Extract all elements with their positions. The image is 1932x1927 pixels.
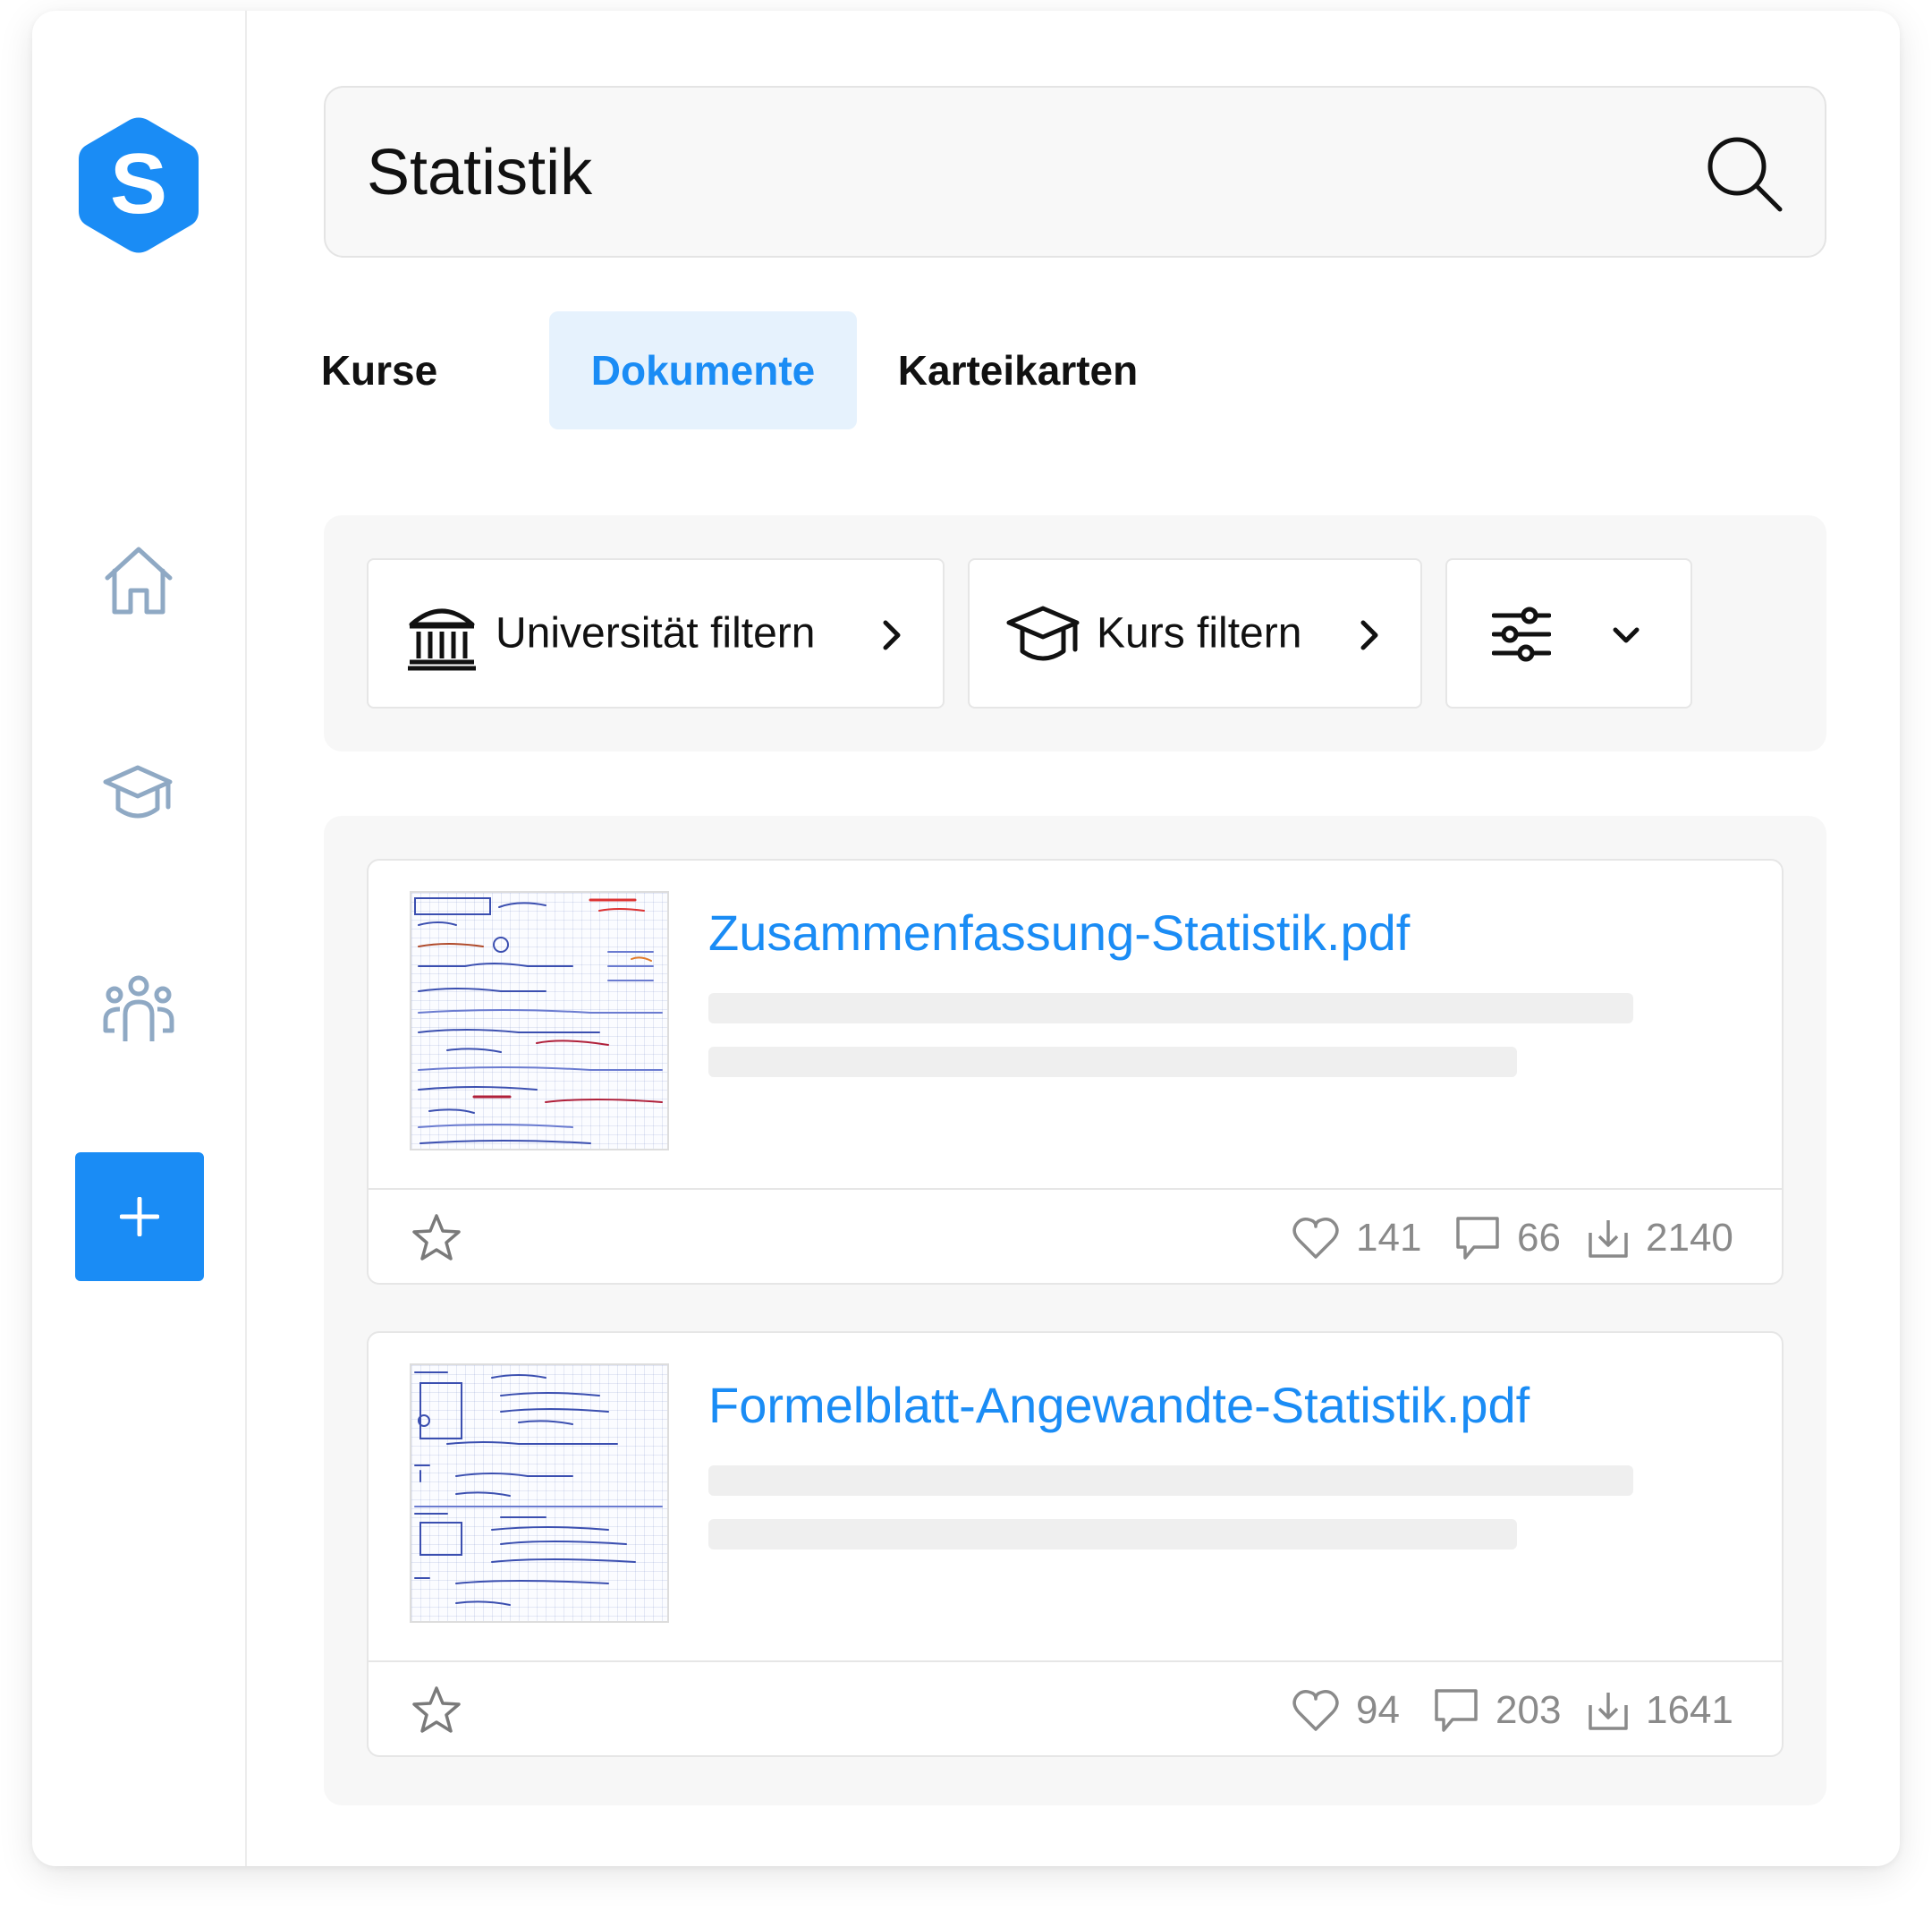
logo-hexagon-icon: S — [79, 117, 199, 253]
sliders-icon — [1492, 607, 1551, 662]
comments-stat[interactable]: 203 — [1433, 1682, 1561, 1739]
graduation-cap-icon — [103, 765, 173, 819]
comments-count: 66 — [1517, 1216, 1561, 1260]
search-button[interactable] — [1705, 134, 1784, 213]
download-icon — [1589, 1693, 1628, 1730]
plus-icon — [120, 1197, 159, 1236]
search-icon — [1707, 137, 1783, 212]
add-button[interactable] — [75, 1152, 204, 1281]
graduation-cap-icon — [1006, 606, 1080, 661]
heart-icon — [1292, 1218, 1339, 1259]
logo-letter: S — [110, 136, 167, 232]
app-window: S Statistik Kurse Dokumente Karteikarten… — [32, 11, 1900, 1866]
comment-icon — [1456, 1217, 1499, 1260]
comments-count: 203 — [1496, 1688, 1562, 1732]
results-list: Zusammenfassung-Statistik.pdf 141 66 214… — [324, 816, 1826, 1805]
downloads-stat[interactable]: 1641 — [1587, 1682, 1733, 1739]
heart-icon — [1292, 1690, 1339, 1731]
likes-stat[interactable]: 141 — [1292, 1210, 1421, 1267]
comment-icon — [1435, 1689, 1478, 1732]
document-footer: 141 66 2140 — [369, 1188, 1782, 1285]
comments-stat[interactable]: 66 — [1454, 1210, 1561, 1267]
downloads-count: 2140 — [1646, 1216, 1733, 1260]
description-placeholder — [708, 1465, 1633, 1496]
filter-panel: Universität filtern Kurs filtern — [324, 515, 1826, 751]
favorite-button[interactable] — [410, 1211, 463, 1265]
description-placeholder — [708, 993, 1633, 1023]
course-filter-button[interactable]: Kurs filtern — [968, 558, 1422, 709]
document-title[interactable]: Formelblatt-Angewandte-Statistik.pdf — [708, 1376, 1530, 1434]
tab-kurse[interactable]: Kurse — [321, 311, 437, 429]
star-icon — [412, 1214, 461, 1261]
document-thumbnail[interactable] — [410, 891, 669, 1150]
tab-karteikarten[interactable]: Karteikarten — [898, 311, 1138, 429]
document-title[interactable]: Zusammenfassung-Statistik.pdf — [708, 904, 1410, 962]
download-icon — [1589, 1220, 1628, 1258]
tab-dokumente[interactable]: Dokumente — [549, 311, 857, 429]
star-icon — [412, 1686, 461, 1733]
university-filter-label: Universität filtern — [496, 609, 816, 658]
document-footer: 94 203 1641 — [369, 1660, 1782, 1757]
university-icon — [408, 608, 476, 671]
logo[interactable]: S — [77, 116, 200, 254]
downloads-count: 1641 — [1646, 1688, 1733, 1732]
likes-count: 94 — [1356, 1688, 1400, 1732]
likes-count: 141 — [1356, 1216, 1422, 1260]
chevron-down-icon — [1613, 627, 1640, 643]
description-placeholder — [708, 1519, 1517, 1549]
university-filter-button[interactable]: Universität filtern — [367, 558, 945, 709]
sidebar: S — [32, 11, 247, 1866]
group-icon — [103, 975, 174, 1041]
search-input[interactable] — [367, 123, 1619, 222]
document-thumbnail[interactable] — [410, 1363, 669, 1623]
course-filter-label: Kurs filtern — [1097, 609, 1302, 658]
document-card[interactable]: Zusammenfassung-Statistik.pdf 141 66 214… — [367, 859, 1784, 1285]
description-placeholder — [708, 1047, 1517, 1077]
document-card[interactable]: Formelblatt-Angewandte-Statistik.pdf 94 — [367, 1331, 1784, 1757]
handwritten-notes-image — [414, 1371, 663, 1606]
downloads-stat[interactable]: 2140 — [1587, 1210, 1733, 1267]
sidebar-item-groups[interactable] — [102, 973, 175, 1047]
favorite-button[interactable] — [410, 1684, 463, 1737]
chevron-right-icon — [883, 620, 901, 650]
home-icon — [105, 547, 173, 615]
advanced-filter-dropdown[interactable] — [1445, 558, 1692, 709]
sidebar-item-home[interactable] — [102, 544, 175, 617]
search-bar — [324, 86, 1826, 258]
chevron-right-icon — [1360, 620, 1378, 650]
sidebar-item-courses[interactable] — [102, 759, 175, 832]
likes-stat[interactable]: 94 — [1292, 1682, 1400, 1739]
handwritten-notes-image — [414, 897, 663, 1144]
